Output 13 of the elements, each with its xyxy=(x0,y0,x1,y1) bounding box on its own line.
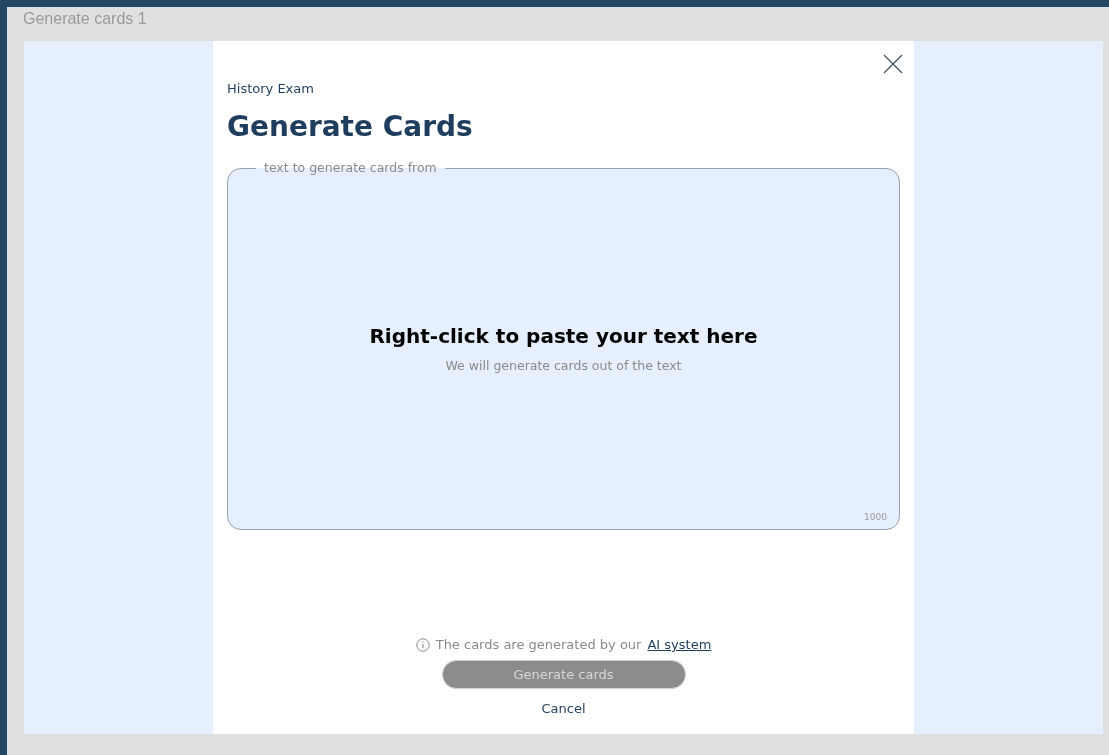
cancel-button[interactable]: Cancel xyxy=(537,699,590,718)
paste-prompt-title: Right-click to paste your text here xyxy=(369,323,758,348)
field-legend: text to generate cards from xyxy=(256,160,445,176)
text-input-area[interactable]: text to generate cards from Right-click to paste your text here We will generate cards out of the text 1000 xyxy=(227,160,900,530)
info-icon xyxy=(415,637,430,652)
breadcrumb: History Exam xyxy=(227,81,314,96)
dialog-title: Generate Cards xyxy=(227,110,473,143)
ai-system-link[interactable]: AI system xyxy=(647,637,712,652)
close-icon[interactable] xyxy=(882,53,904,75)
notice-text: The cards are generated by our xyxy=(435,637,642,652)
paste-prompt-subtitle: We will generate cards out of the text xyxy=(445,357,682,373)
character-counter: 1000 xyxy=(864,512,887,522)
frame-title: Generate cards 1 xyxy=(22,9,147,29)
